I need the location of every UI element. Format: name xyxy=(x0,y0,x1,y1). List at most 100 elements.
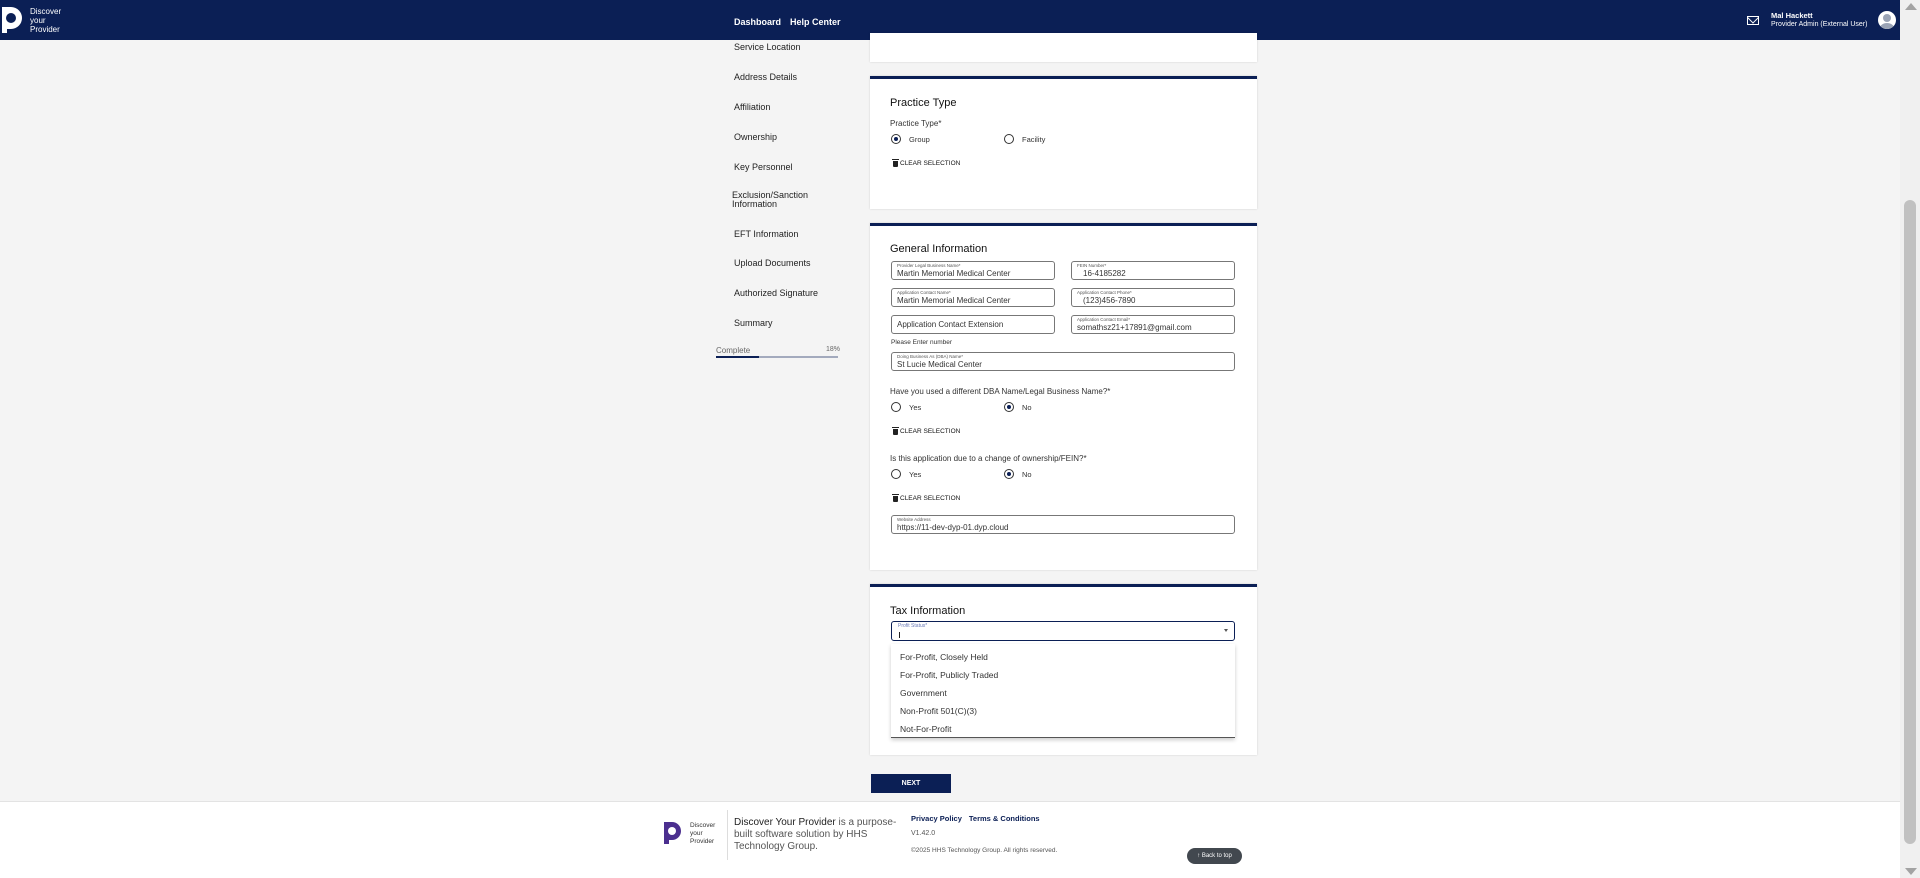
radio-unselected-icon[interactable] xyxy=(1004,134,1014,144)
footer-divider xyxy=(727,810,728,860)
practice-type-question: Practice Type* xyxy=(890,119,942,128)
radio-group[interactable]: Group xyxy=(891,134,930,144)
app-logo[interactable]: Discover your Provider xyxy=(0,5,61,35)
tax-information-card: Tax Information Profit Status* For-Profi… xyxy=(870,584,1257,755)
radio-selected-icon[interactable] xyxy=(891,134,901,144)
radio-label: Yes xyxy=(909,402,922,412)
next-button[interactable]: NEXT xyxy=(871,774,951,793)
website-address-field[interactable]: Website Address https://11-dev-dyp-01.dy… xyxy=(891,515,1235,534)
contact-extension-field[interactable]: Application Contact Extension xyxy=(891,315,1055,334)
avatar[interactable] xyxy=(1878,11,1896,29)
clear-selection-button[interactable]: CLEAR SELECTION xyxy=(892,158,961,167)
progress-fill xyxy=(716,356,759,358)
radio-label: Yes xyxy=(909,469,922,479)
legal-business-name-field[interactable]: Provider Legal Business Name* Martin Mem… xyxy=(891,261,1055,280)
footer-logo-text: Discover your Provider xyxy=(690,822,716,845)
radio-unselected-icon[interactable] xyxy=(891,469,901,479)
clear-selection-button[interactable]: CLEAR SELECTION xyxy=(892,426,961,435)
sidebar-item-upload-documents[interactable]: Upload Documents xyxy=(734,258,811,268)
dropdown-option[interactable]: For-Profit, Closely Held xyxy=(900,652,988,662)
field-label: Website Address xyxy=(897,517,931,522)
back-to-top-label: Back to top xyxy=(1201,853,1232,859)
general-information-card: General Information Provider Legal Busin… xyxy=(870,223,1257,570)
dropdown-option[interactable]: Government xyxy=(900,688,947,698)
back-to-top-button[interactable]: ↑ Back to top xyxy=(1187,848,1242,864)
footer-description: Discover Your Provider is a purpose-buil… xyxy=(734,817,904,853)
trash-icon xyxy=(892,493,899,502)
profit-status-select[interactable]: Profit Status* xyxy=(891,621,1235,641)
radio-selected-icon[interactable] xyxy=(1004,402,1014,412)
dropdown-option[interactable]: Not-For-Profit xyxy=(900,724,951,734)
sidebar-item-authorized-signature[interactable]: Authorized Signature xyxy=(734,288,818,298)
radio-dba-yes[interactable]: Yes xyxy=(891,402,921,412)
radio-ownership-no[interactable]: No xyxy=(1004,469,1032,479)
section-title: General Information xyxy=(890,243,988,255)
practice-type-card: Practice Type Practice Type* Group Facil… xyxy=(870,76,1257,209)
clear-selection-label: CLEAR SELECTION xyxy=(900,495,961,502)
user-info[interactable]: Mal Hackett Provider Admin (External Use… xyxy=(1771,12,1867,29)
profit-status-dropdown: For-Profit, Closely Held For-Profit, Pub… xyxy=(891,644,1235,738)
footer-logo-icon xyxy=(663,821,683,845)
sidebar-item-service-location[interactable]: Service Location xyxy=(734,42,801,52)
fein-number-field[interactable]: FEIN Number* 16-4185282 xyxy=(1071,261,1235,280)
radio-label: No xyxy=(1022,402,1032,412)
user-role: Provider Admin (External User) xyxy=(1771,21,1868,28)
scroll-down-icon[interactable] xyxy=(1905,868,1917,875)
user-area: Mal Hackett Provider Admin (External Use… xyxy=(1747,12,1867,29)
sidebar-item-exclusion-sanction[interactable]: Exclusion/Sanction Information xyxy=(732,191,822,209)
radio-unselected-icon[interactable] xyxy=(891,402,901,412)
user-name: Mal Hackett xyxy=(1771,11,1813,20)
privacy-policy-link[interactable]: Privacy Policy xyxy=(911,814,962,823)
progress-percent: 18% xyxy=(826,346,841,353)
clear-selection-button[interactable]: CLEAR SELECTION xyxy=(892,493,961,502)
radio-ownership-yes[interactable]: Yes xyxy=(891,469,921,479)
scroll-up-icon[interactable] xyxy=(1905,3,1917,10)
dropdown-option[interactable]: Non-Profit 501(C)(3) xyxy=(900,706,977,716)
progress-label: Complete xyxy=(716,346,751,355)
logo-text: Discover your Provider xyxy=(30,6,62,34)
sidebar-item-summary[interactable]: Summary xyxy=(734,318,773,328)
sidebar-item-eft-information[interactable]: EFT Information xyxy=(734,229,798,239)
field-label: Application Contact Phone* xyxy=(1077,290,1132,295)
field-label: Application Contact Email* xyxy=(1077,317,1131,322)
field-label: Doing Business As (DBA) Name* xyxy=(897,354,964,359)
contact-email-field[interactable]: Application Contact Email* somathsz21+17… xyxy=(1071,315,1235,334)
nav-help-center[interactable]: Help Center xyxy=(790,17,841,27)
footer: Discover your Provider Discover Your Pro… xyxy=(0,801,1900,878)
dba-question: Have you used a different DBA Name/Legal… xyxy=(890,387,1111,396)
clear-selection-label: CLEAR SELECTION xyxy=(900,428,961,435)
mail-icon[interactable] xyxy=(1747,16,1759,25)
scrollbar-thumb[interactable] xyxy=(1904,200,1916,844)
section-title: Practice Type xyxy=(890,97,957,109)
field-placeholder: Application Contact Extension xyxy=(897,320,1004,329)
main-nav: Dashboard Help Center xyxy=(734,17,841,27)
sidebar-item-address-details[interactable]: Address Details xyxy=(734,72,797,82)
ownership-change-question: Is this application due to a change of o… xyxy=(890,454,1087,463)
sidebar-item-key-personnel[interactable]: Key Personnel xyxy=(734,162,793,172)
contact-name-field[interactable]: Application Contact Name* Martin Memoria… xyxy=(891,288,1055,307)
chevron-down-icon[interactable] xyxy=(1224,629,1228,632)
text-cursor xyxy=(899,632,900,638)
terms-link[interactable]: Terms & Conditions xyxy=(969,814,1040,823)
radio-facility[interactable]: Facility xyxy=(1004,134,1045,144)
copyright-text: ©2025 HHS Technology Group. All rights r… xyxy=(911,847,1058,854)
section-title: Tax Information xyxy=(890,605,966,617)
footer-brand: Discover Your Provider xyxy=(734,817,836,828)
radio-selected-icon[interactable] xyxy=(1004,469,1014,479)
sidebar-item-affiliation[interactable]: Affiliation xyxy=(734,102,770,112)
dropdown-option[interactable]: For-Profit, Publicly Traded xyxy=(900,670,998,680)
field-value: Martin Memorial Medical Center xyxy=(897,296,1011,305)
radio-label: No xyxy=(1022,469,1032,479)
radio-dba-no[interactable]: No xyxy=(1004,402,1032,412)
trash-icon xyxy=(892,426,899,435)
sidebar-item-ownership[interactable]: Ownership xyxy=(734,132,777,142)
dba-name-field[interactable]: Doing Business As (DBA) Name* St Lucie M… xyxy=(891,352,1235,371)
logo-icon xyxy=(0,5,24,35)
contact-phone-field[interactable]: Application Contact Phone* (123)456-7890 xyxy=(1071,288,1235,307)
nav-dashboard[interactable]: Dashboard xyxy=(734,17,781,27)
clear-selection-label: CLEAR SELECTION xyxy=(900,160,961,167)
radio-label: Facility xyxy=(1022,134,1046,144)
version-text: V1.42.0 xyxy=(911,830,936,837)
radio-label: Group xyxy=(909,134,930,144)
page-scrollbar[interactable] xyxy=(1900,0,1920,878)
